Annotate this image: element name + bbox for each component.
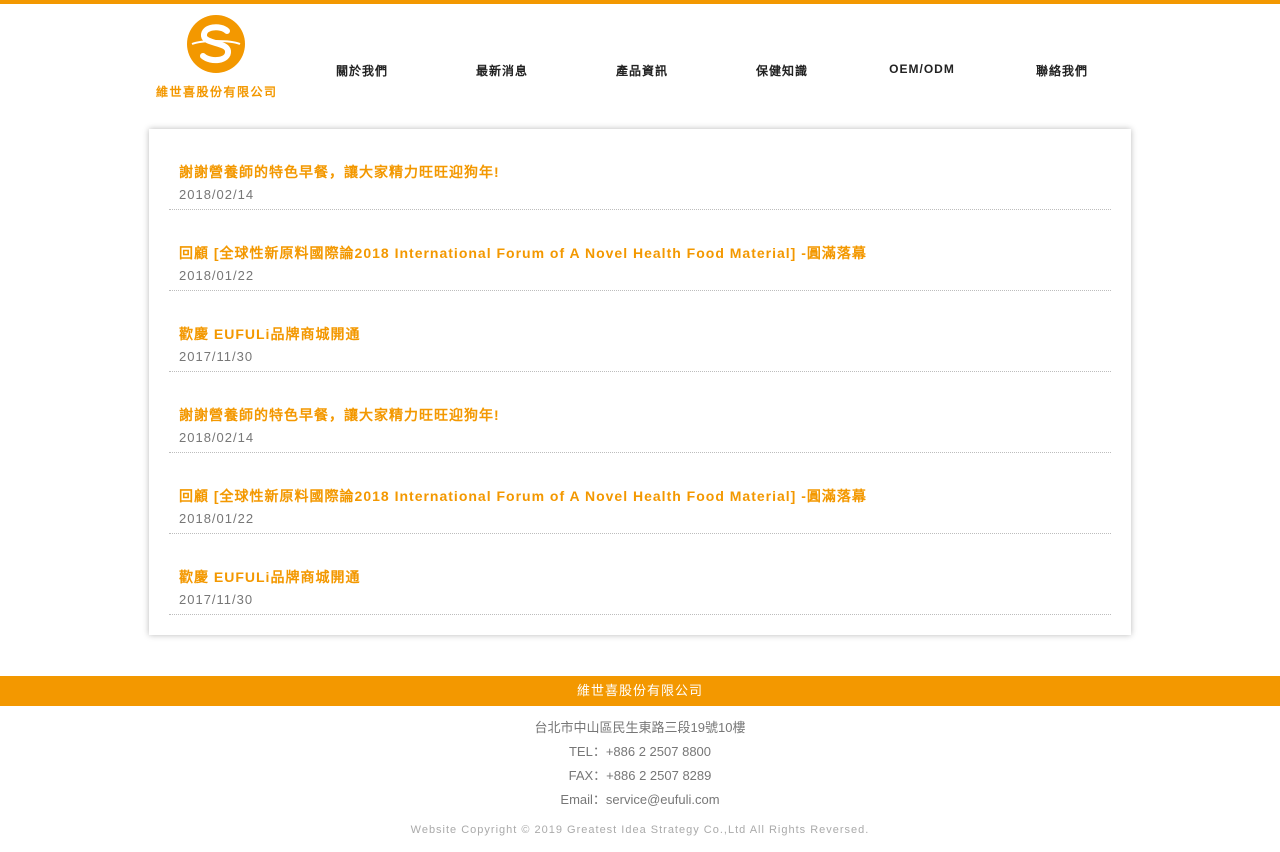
footer-tel: TEL：+886 2 2507 8800 — [568, 744, 712, 759]
news-list: 謝謝營養師的特色早餐，讓大家精力旺旺迎狗年! 2018/02/14 回顧 [全球… — [169, 129, 1111, 615]
news-date: 2017/11/30 — [179, 592, 254, 607]
news-title[interactable]: 回顧 [全球性新原料國際論2018 International Forum of… — [179, 486, 867, 506]
company-logo-link[interactable]: 維世喜股份有限公司 — [150, 12, 290, 102]
news-date: 2017/11/30 — [179, 349, 254, 364]
footer-copyright: Website Copyright © 2019 Greatest Idea S… — [410, 824, 870, 836]
footer-email[interactable]: Email：service@eufuli.com — [0, 788, 1280, 812]
footer-fax: FAX：+886 2 2507 8289 — [568, 768, 712, 783]
news-date: 2018/01/22 — [179, 268, 255, 283]
main-nav: 關於我們 最新消息 產品資訊 保健知識 OEM/ODM 聯絡我們 — [0, 62, 1280, 82]
news-item[interactable]: 歡慶 EUFULi品牌商城開通 2017/11/30 — [169, 534, 1111, 615]
news-item[interactable]: 謝謝營養師的特色早餐，讓大家精力旺旺迎狗年! 2018/02/14 — [169, 129, 1111, 210]
news-date: 2018/02/14 — [179, 430, 255, 445]
news-item[interactable]: 回顧 [全球性新原料國際論2018 International Forum of… — [169, 210, 1111, 291]
news-item[interactable]: 回顧 [全球性新原料國際論2018 International Forum of… — [169, 453, 1111, 534]
news-item[interactable]: 歡慶 EUFULi品牌商城開通 2017/11/30 — [169, 291, 1111, 372]
nav-item-news[interactable]: 最新消息 — [432, 62, 572, 79]
news-title[interactable]: 謝謝營養師的特色早餐，讓大家精力旺旺迎狗年! — [179, 162, 500, 182]
news-card: 謝謝營養師的特色早餐，讓大家精力旺旺迎狗年! 2018/02/14 回顧 [全球… — [149, 129, 1131, 635]
footer-contact-info: 台北市中山區民生東路三段19號10樓 TEL：+886 2 2507 8800 … — [0, 716, 1280, 812]
nav-item-products[interactable]: 產品資訊 — [572, 62, 712, 79]
nav-item-about[interactable]: 關於我們 — [292, 62, 432, 79]
news-title[interactable]: 歡慶 EUFULi品牌商城開通 — [179, 324, 360, 344]
nav-item-contact[interactable]: 聯絡我們 — [992, 62, 1132, 79]
news-title[interactable]: 歡慶 EUFULi品牌商城開通 — [179, 567, 360, 587]
nav-item-health[interactable]: 保健知識 — [712, 62, 852, 79]
news-date: 2018/01/22 — [179, 511, 255, 526]
news-item[interactable]: 謝謝營養師的特色早餐，讓大家精力旺旺迎狗年! 2018/02/14 — [169, 372, 1111, 453]
top-accent-bar — [0, 0, 1280, 4]
news-date: 2018/02/14 — [179, 187, 255, 202]
company-name: 維世喜股份有限公司 — [156, 85, 278, 99]
footer-address: 台北市中山區民生東路三段19號10樓 — [534, 720, 746, 735]
footer-company-bar: 維世喜股份有限公司 — [0, 676, 1280, 706]
nav-item-oem-odm[interactable]: OEM/ODM — [852, 62, 992, 76]
news-title[interactable]: 回顧 [全球性新原料國際論2018 International Forum of… — [179, 243, 867, 263]
news-title[interactable]: 謝謝營養師的特色早餐，讓大家精力旺旺迎狗年! — [179, 405, 500, 425]
